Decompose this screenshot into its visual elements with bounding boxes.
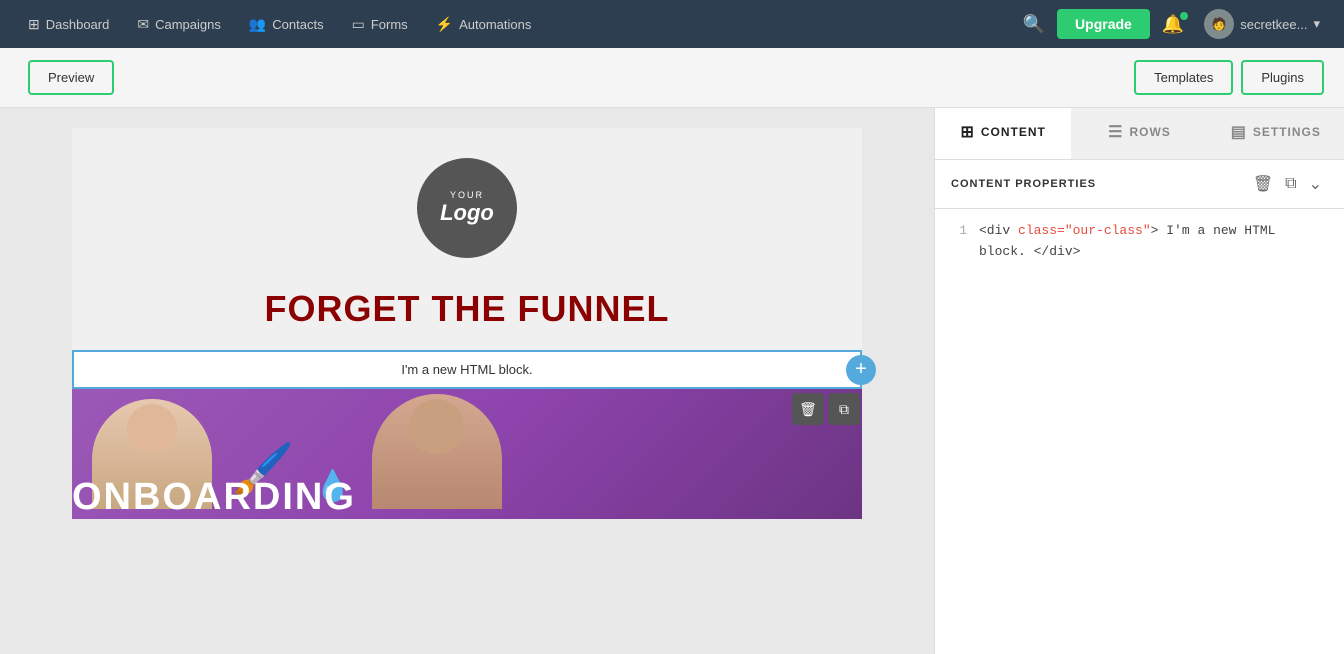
nav-automations-label: Automations <box>459 17 531 32</box>
code-string-value: "our-class" <box>1065 223 1151 238</box>
tab-content[interactable]: ⊞ CONTENT <box>935 108 1071 159</box>
top-navigation: ⊞ Dashboard ✉ Campaigns 👥 Contacts ▭ For… <box>0 0 1344 48</box>
nav-contacts-label: Contacts <box>272 17 323 32</box>
logo-main-text: Logo <box>440 200 494 226</box>
code-tag-open: <div <box>979 223 1018 238</box>
code-content-1: <div class="our-class"> I'm a new HTML b… <box>979 221 1328 263</box>
preview-button[interactable]: Preview <box>28 60 114 95</box>
notification-dot <box>1180 12 1188 20</box>
html-block-text: I'm a new HTML block. <box>401 362 532 377</box>
logo-circle: YOUR Logo <box>417 158 517 258</box>
nav-contacts[interactable]: 👥 Contacts <box>237 10 336 39</box>
editor-toolbar: Preview Templates Plugins <box>0 48 1344 108</box>
copy-content-button[interactable]: ⧉ <box>1279 171 1302 197</box>
block-toolbar: 🗑 ⧉ <box>792 393 860 425</box>
nav-dashboard-label: Dashboard <box>46 17 110 32</box>
headline-text: FORGET THE FUNNEL <box>72 288 862 330</box>
settings-tab-label: SETTINGS <box>1253 125 1321 139</box>
image-section: 🖌️ 💧 ONBOARDING <box>72 389 862 519</box>
code-editor[interactable]: 1 <div class="our-class"> I'm a new HTML… <box>935 209 1344 654</box>
campaigns-icon: ✉ <box>137 16 149 33</box>
search-button[interactable]: 🔍 <box>1015 10 1053 39</box>
nav-campaigns-label: Campaigns <box>155 17 221 32</box>
onboarding-text: ONBOARDING <box>72 476 356 519</box>
code-attr: class= <box>1018 223 1065 238</box>
line-number-1: 1 <box>951 221 967 263</box>
collapse-panel-button[interactable]: ⌄ <box>1303 170 1328 198</box>
html-block-row[interactable]: I'm a new HTML block. + 🗑 ⧉ <box>72 350 862 389</box>
delete-block-button[interactable]: 🗑 <box>792 393 824 425</box>
content-tab-label: CONTENT <box>981 125 1046 139</box>
content-tab-icon: ⊞ <box>960 122 974 142</box>
user-dropdown-icon: ▾ <box>1313 16 1320 32</box>
code-line-1: 1 <div class="our-class"> I'm a new HTML… <box>951 221 1328 263</box>
delete-content-button[interactable]: 🗑 <box>1247 170 1279 198</box>
logo-section: YOUR Logo <box>72 128 862 278</box>
dashboard-icon: ⊞ <box>28 16 40 33</box>
panel-tabs: ⊞ CONTENT ☰ ROWS ▤ SETTINGS <box>935 108 1344 160</box>
tab-rows[interactable]: ☰ ROWS <box>1071 108 1207 159</box>
headline-section: FORGET THE FUNNEL <box>72 278 862 350</box>
add-block-button[interactable]: + <box>846 355 876 385</box>
nav-dashboard[interactable]: ⊞ Dashboard <box>16 10 121 39</box>
templates-button[interactable]: Templates <box>1134 60 1233 95</box>
settings-tab-icon: ▤ <box>1231 122 1247 142</box>
email-canvas: YOUR Logo FORGET THE FUNNEL I'm a new HT… <box>72 128 862 519</box>
rows-tab-icon: ☰ <box>1108 122 1123 142</box>
nav-forms[interactable]: ▭ Forms <box>340 10 420 39</box>
main-area: YOUR Logo FORGET THE FUNNEL I'm a new HT… <box>0 108 1344 654</box>
content-properties-header: CONTENT PROPERTIES 🗑 ⧉ ⌄ <box>935 160 1344 209</box>
right-panel: ⊞ CONTENT ☰ ROWS ▤ SETTINGS CONTENT PROP… <box>934 108 1344 654</box>
nav-automations[interactable]: ⚡ Automations <box>424 10 544 39</box>
nav-forms-label: Forms <box>371 17 408 32</box>
rows-tab-label: ROWS <box>1129 125 1170 139</box>
copy-block-button[interactable]: ⧉ <box>828 393 860 425</box>
content-properties-title: CONTENT PROPERTIES <box>951 178 1247 190</box>
plugins-button[interactable]: Plugins <box>1241 60 1324 95</box>
nav-campaigns[interactable]: ✉ Campaigns <box>125 10 233 39</box>
user-menu[interactable]: 🧑 secretkee... ▾ <box>1196 5 1328 43</box>
contacts-icon: 👥 <box>249 16 266 33</box>
logo-your-text: YOUR <box>450 190 484 200</box>
forms-icon: ▭ <box>352 16 365 33</box>
canvas-area: YOUR Logo FORGET THE FUNNEL I'm a new HT… <box>0 108 934 654</box>
upgrade-button[interactable]: Upgrade <box>1057 9 1150 39</box>
avatar: 🧑 <box>1204 9 1234 39</box>
notifications-button[interactable]: 🔔 <box>1154 10 1192 39</box>
automations-icon: ⚡ <box>436 16 453 33</box>
tab-settings[interactable]: ▤ SETTINGS <box>1208 108 1344 159</box>
user-name-label: secretkee... <box>1240 17 1307 32</box>
